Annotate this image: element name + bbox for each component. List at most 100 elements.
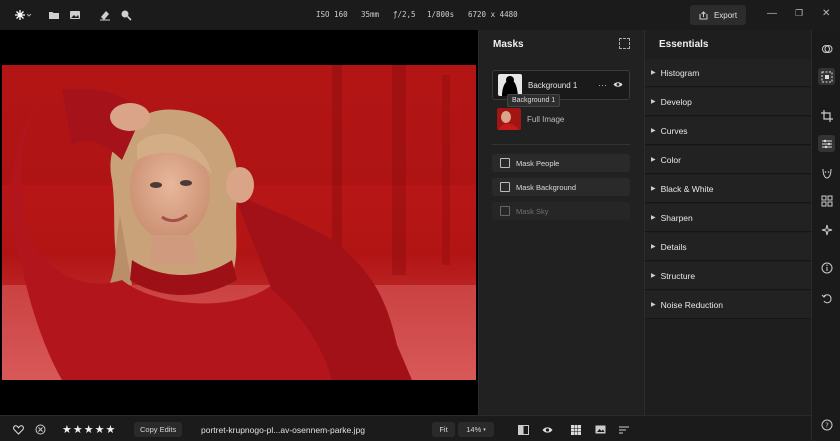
section-label: Histogram bbox=[660, 67, 700, 78]
section-label: Sharpen bbox=[660, 212, 693, 223]
star-icon[interactable]: ★ bbox=[73, 423, 83, 436]
preview-eye-icon[interactable] bbox=[542, 422, 553, 437]
app-menu-icon[interactable] bbox=[12, 6, 34, 24]
minimize-icon[interactable]: — bbox=[767, 8, 777, 19]
top-toolbar: ISO 160 35mm ƒ/2,5 1/800s 6720 x 4480 Ex… bbox=[0, 0, 840, 30]
copy-edits-button[interactable]: Copy Edits bbox=[134, 422, 183, 437]
aperture: ƒ/2,5 bbox=[393, 10, 416, 19]
expand-arrow-icon: ▶ bbox=[651, 244, 656, 250]
expand-arrow-icon: ▶ bbox=[651, 273, 656, 279]
section-label: Develop bbox=[660, 96, 692, 107]
add-mask-icon[interactable] bbox=[619, 38, 630, 49]
section-histogram[interactable]: ▶ Histogram bbox=[645, 59, 812, 87]
photo-with-mask-overlay bbox=[2, 65, 476, 380]
background-icon bbox=[500, 182, 510, 192]
mask-people-label: Mask People bbox=[516, 158, 560, 168]
person-icon bbox=[500, 158, 510, 168]
masks-title: Masks bbox=[493, 39, 524, 50]
creative-icon[interactable] bbox=[818, 192, 835, 209]
close-icon[interactable]: ✕ bbox=[822, 8, 830, 19]
zoom-select[interactable]: 14% ▾ bbox=[458, 422, 494, 437]
mask-sky-label: Mask Sky bbox=[516, 206, 549, 216]
star-icon[interactable]: ★ bbox=[84, 423, 94, 436]
clone-brush-icon[interactable] bbox=[119, 6, 133, 24]
section-black-white[interactable]: ▶ Black & White bbox=[645, 175, 812, 203]
section-details[interactable]: ▶ Details bbox=[645, 233, 812, 261]
crop-icon[interactable] bbox=[818, 107, 835, 124]
section-label: Details bbox=[660, 241, 687, 252]
tool-strip: ? bbox=[811, 30, 840, 441]
mask-layer-name: Background 1 bbox=[528, 80, 578, 90]
section-curves[interactable]: ▶ Curves bbox=[645, 117, 812, 145]
eye-icon[interactable] bbox=[613, 80, 623, 90]
chevron-down-icon: ▾ bbox=[483, 426, 486, 433]
focal-length: 35mm bbox=[361, 10, 380, 19]
maximize-icon[interactable]: ❐ bbox=[795, 8, 803, 19]
compare-icon[interactable] bbox=[518, 422, 529, 437]
section-label: Curves bbox=[660, 125, 688, 136]
sort-icon[interactable] bbox=[619, 422, 629, 437]
adjustments-icon[interactable] bbox=[818, 135, 835, 152]
fit-button[interactable]: Fit bbox=[432, 422, 455, 437]
zoom-value: 14% bbox=[466, 425, 482, 434]
more-options-icon[interactable]: ··· bbox=[598, 80, 607, 90]
full-image-thumbnail bbox=[497, 108, 521, 130]
expand-arrow-icon: ▶ bbox=[651, 215, 656, 221]
star-icon[interactable]: ★ bbox=[95, 423, 105, 436]
star-rating[interactable]: ★ ★ ★ ★ ★ bbox=[62, 422, 116, 437]
file-name: portret-krupnogo-pl...av-osennem-parke.j… bbox=[201, 424, 365, 435]
folder-icon[interactable] bbox=[47, 6, 61, 24]
panel-divider bbox=[492, 144, 630, 145]
reject-icon[interactable] bbox=[35, 422, 46, 437]
expand-arrow-icon: ▶ bbox=[651, 99, 656, 105]
eraser-icon[interactable] bbox=[98, 6, 112, 24]
mask-people-button[interactable]: Mask People bbox=[492, 154, 630, 172]
ai-enhance-icon[interactable] bbox=[818, 221, 835, 238]
single-view-icon[interactable] bbox=[595, 422, 606, 437]
export-button[interactable]: Export bbox=[690, 5, 746, 25]
favorite-icon[interactable] bbox=[13, 422, 24, 437]
section-color[interactable]: ▶ Color bbox=[645, 146, 812, 174]
expand-arrow-icon: ▶ bbox=[651, 128, 656, 134]
svg-text:?: ? bbox=[825, 421, 829, 429]
section-label: Black & White bbox=[660, 183, 714, 194]
masks-tool-icon[interactable] bbox=[818, 68, 835, 85]
section-noise-reduction[interactable]: ▶ Noise Reduction bbox=[645, 291, 812, 319]
mask-thumbnail bbox=[498, 74, 522, 96]
section-label: Color bbox=[660, 154, 681, 165]
history-icon[interactable] bbox=[818, 290, 835, 307]
expand-arrow-icon: ▶ bbox=[651, 70, 656, 76]
full-image-layer[interactable]: Full Image bbox=[492, 107, 630, 131]
masks-panel: Masks Background 1 ··· Background 1 Full… bbox=[478, 30, 644, 415]
shutter-speed: 1/800s bbox=[427, 10, 455, 19]
expand-arrow-icon: ▶ bbox=[651, 186, 656, 192]
info-icon[interactable] bbox=[818, 259, 835, 276]
expand-arrow-icon: ▶ bbox=[651, 302, 656, 308]
export-label: Export bbox=[713, 10, 738, 20]
image-dimensions: 6720 x 4480 bbox=[468, 10, 518, 19]
mask-sky-button[interactable]: Mask Sky bbox=[492, 202, 630, 220]
export-icon bbox=[699, 10, 708, 19]
section-label: Structure bbox=[660, 270, 696, 281]
essentials-panel: Essentials ▶ Histogram ▶ Develop ▶ Curves ▶… bbox=[644, 30, 812, 415]
section-develop[interactable]: ▶ Develop bbox=[645, 88, 812, 116]
portrait-icon[interactable] bbox=[818, 164, 835, 181]
section-structure[interactable]: ▶ Structure bbox=[645, 262, 812, 290]
essentials-title: Essentials bbox=[659, 39, 709, 50]
section-sharpen[interactable]: ▶ Sharpen bbox=[645, 204, 812, 232]
mask-background-button[interactable]: Mask Background bbox=[492, 178, 630, 196]
grid-view-icon[interactable] bbox=[571, 422, 581, 437]
bottom-bar: ★ ★ ★ ★ ★ Copy Edits portret-krupnogo-pl… bbox=[0, 415, 811, 441]
layers-icon[interactable] bbox=[818, 40, 835, 57]
image-icon[interactable] bbox=[68, 6, 82, 24]
iso-value: ISO 160 bbox=[316, 10, 348, 19]
sky-icon bbox=[500, 206, 510, 216]
full-image-label: Full Image bbox=[527, 114, 565, 124]
image-canvas[interactable] bbox=[0, 30, 478, 415]
star-icon[interactable]: ★ bbox=[106, 423, 116, 436]
help-icon[interactable]: ? bbox=[818, 416, 835, 433]
mask-layer-tooltip: Background 1 bbox=[507, 94, 561, 107]
mask-background-label: Mask Background bbox=[516, 182, 577, 192]
expand-arrow-icon: ▶ bbox=[651, 157, 656, 163]
star-icon[interactable]: ★ bbox=[62, 423, 72, 436]
